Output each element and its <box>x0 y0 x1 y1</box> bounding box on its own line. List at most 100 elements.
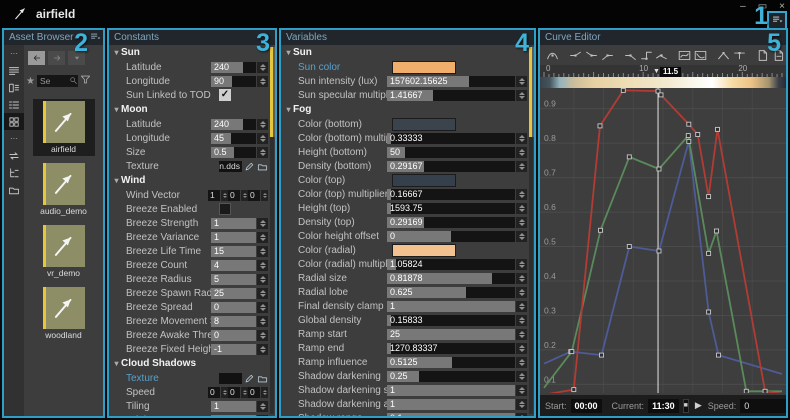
color-swatch[interactable] <box>392 173 456 187</box>
value-slider[interactable]: 1 <box>387 398 515 410</box>
spinner[interactable] <box>257 343 268 355</box>
in-tangent-zero-icon[interactable] <box>568 47 584 63</box>
checkbox[interactable]: ✓ <box>219 89 231 101</box>
value-slider[interactable]: 157602.15625 <box>387 75 515 87</box>
texture-pick-icon[interactable] <box>244 373 255 384</box>
spinner[interactable] <box>516 398 527 410</box>
value-slider[interactable]: 1 <box>387 384 515 396</box>
texture-field[interactable] <box>219 372 242 384</box>
details-view-icon[interactable] <box>4 62 24 79</box>
value-slider[interactable]: 0.16667 <box>387 188 515 200</box>
asset-item[interactable]: airfield <box>32 99 95 156</box>
color-swatch[interactable] <box>392 243 456 257</box>
spinner[interactable] <box>516 160 527 172</box>
value-slider[interactable]: 1 <box>211 217 256 229</box>
spinner[interactable] <box>257 231 268 243</box>
speed-field[interactable]: 0 <box>740 398 786 413</box>
value-slider[interactable]: 1270.83337 <box>387 342 515 354</box>
out-tangent-linear-icon[interactable] <box>622 47 638 63</box>
smooth-in-curve-icon[interactable] <box>677 47 693 63</box>
vector-component-field[interactable]: 0 <box>228 386 240 398</box>
spinner[interactable] <box>516 314 527 326</box>
current-time-field[interactable]: 11:30 <box>648 398 679 413</box>
minimize-button[interactable]: – <box>740 1 746 13</box>
spinner[interactable] <box>516 146 527 158</box>
value-slider[interactable]: 0.5 <box>211 146 256 158</box>
stop-button[interactable]: ■ <box>682 398 689 413</box>
spinner[interactable] <box>257 61 268 73</box>
section-header[interactable]: ▾ Cloud Shadows <box>109 356 275 371</box>
spinner[interactable] <box>516 384 527 396</box>
spinner[interactable] <box>516 356 527 368</box>
section-header[interactable]: ▾ Wind <box>109 173 275 188</box>
spinner[interactable] <box>257 245 268 257</box>
vector-component-field[interactable]: 0 <box>248 189 260 201</box>
vector-component-field[interactable]: 0 <box>208 386 220 398</box>
start-time-field[interactable]: 00:00 <box>570 398 602 413</box>
smooth-out-curve-icon[interactable] <box>693 47 709 63</box>
thumbnails-view-icon[interactable] <box>4 113 24 130</box>
spinner[interactable] <box>516 132 527 144</box>
open-folder-icon[interactable] <box>257 161 268 172</box>
value-slider[interactable]: 0.33333 <box>387 132 515 144</box>
value-slider[interactable]: 1.05824 <box>387 258 515 270</box>
spinner[interactable] <box>257 259 268 271</box>
value-slider[interactable]: 0 <box>211 329 256 341</box>
value-slider[interactable]: 240 <box>211 118 256 130</box>
spinner[interactable] <box>257 287 268 299</box>
section-header[interactable]: ▾ Sun <box>281 45 534 60</box>
value-slider[interactable]: -1 <box>211 343 256 355</box>
texture-pick-icon[interactable] <box>244 161 255 172</box>
spinner[interactable] <box>241 386 248 398</box>
spinner[interactable] <box>257 118 268 130</box>
value-slider[interactable]: 0.5125 <box>387 356 515 368</box>
star-icon[interactable]: ★ <box>26 76 35 87</box>
spinner[interactable] <box>516 412 527 416</box>
recursive-view-icon[interactable] <box>4 147 24 164</box>
spinner[interactable] <box>516 258 527 270</box>
spinner[interactable] <box>257 301 268 313</box>
spinner[interactable] <box>516 202 527 214</box>
checkbox[interactable] <box>219 203 231 215</box>
value-slider[interactable]: 0.29167 <box>387 160 515 172</box>
spinner[interactable] <box>516 328 527 340</box>
spinner[interactable] <box>516 75 527 87</box>
spinner[interactable] <box>257 315 268 327</box>
value-slider[interactable]: 0.81878 <box>387 272 515 284</box>
ellipsis-icon[interactable]: ··· <box>4 45 24 62</box>
spinner[interactable] <box>516 342 527 354</box>
flatten-tangents-icon[interactable] <box>716 47 732 63</box>
spinner[interactable] <box>516 272 527 284</box>
value-slider[interactable]: 0.15833 <box>387 314 515 326</box>
value-slider[interactable]: 25 <box>387 328 515 340</box>
vector-component-field[interactable]: 1 <box>208 189 220 201</box>
value-slider[interactable]: 0.29169 <box>387 216 515 228</box>
value-slider[interactable]: 1593.75 <box>387 202 515 214</box>
spinner[interactable] <box>257 146 268 158</box>
variables-scrollbar[interactable] <box>529 47 534 414</box>
constants-scrollbar[interactable] <box>270 47 275 414</box>
spinner[interactable] <box>516 230 527 242</box>
step-tangent-icon[interactable] <box>638 47 654 63</box>
value-slider[interactable]: 0 <box>387 230 515 242</box>
value-slider[interactable]: 0 <box>211 301 256 313</box>
value-slider[interactable]: 25 <box>211 287 256 299</box>
spinner[interactable] <box>261 189 268 201</box>
forward-button[interactable] <box>48 51 65 65</box>
value-slider[interactable]: 1 <box>387 300 515 312</box>
time-ruler[interactable]: 0 10 20 ▼ 11.5 <box>540 65 786 77</box>
spinner[interactable] <box>257 400 268 412</box>
vector-component-field[interactable]: 0 <box>228 189 240 201</box>
back-button[interactable] <box>28 51 45 65</box>
break-tangents-icon[interactable] <box>654 47 670 63</box>
spinner[interactable] <box>516 300 527 312</box>
split-view-icon[interactable] <box>4 79 24 96</box>
value-slider[interactable]: 15 <box>211 245 256 257</box>
filter-icon[interactable] <box>80 72 91 90</box>
ellipsis-icon[interactable]: ··· <box>4 130 24 147</box>
spinner[interactable] <box>516 216 527 228</box>
value-slider[interactable]: 4 <box>211 259 256 271</box>
spinner[interactable] <box>516 286 527 298</box>
spinner[interactable] <box>516 89 527 101</box>
color-swatch[interactable] <box>392 117 456 131</box>
